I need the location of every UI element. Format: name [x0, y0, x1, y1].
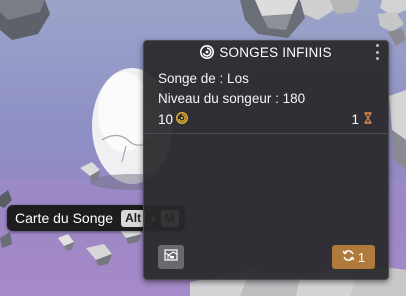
- tooltip-label: Carte du Songe: [15, 210, 114, 226]
- kebab-menu-icon[interactable]: [374, 44, 380, 60]
- panel-divider: [144, 133, 388, 134]
- hourglass-icon: [362, 111, 374, 127]
- timer-value: 1: [351, 111, 359, 127]
- refresh-cost: 1: [357, 249, 366, 265]
- timer-counter: 1: [351, 112, 374, 127]
- spiral-icon: [200, 45, 215, 59]
- refresh-icon: [342, 249, 355, 265]
- panel-title: SONGES INFINIS: [219, 44, 332, 60]
- refresh-button[interactable]: 1: [332, 245, 375, 269]
- panel-header: SONGES INFINIS: [144, 41, 388, 63]
- songe-owner: Songe de : Los: [158, 71, 249, 86]
- spiral-coin-icon: [176, 111, 188, 127]
- infinite-dreams-panel: SONGES INFINIS Songe de : Los Niveau du …: [143, 40, 389, 280]
- game-scene: Carte du Songe Alt + M SONGES INFINIS So…: [0, 0, 406, 296]
- dream-map-button[interactable]: [158, 245, 184, 269]
- map-flag-icon: [164, 248, 178, 267]
- dreamer-level: Niveau du songeur : 180: [158, 91, 306, 106]
- key-alt: Alt: [121, 209, 146, 227]
- resource-row: 10 1: [158, 110, 374, 128]
- currency-counter: 10: [158, 112, 188, 127]
- currency-value: 10: [158, 111, 174, 127]
